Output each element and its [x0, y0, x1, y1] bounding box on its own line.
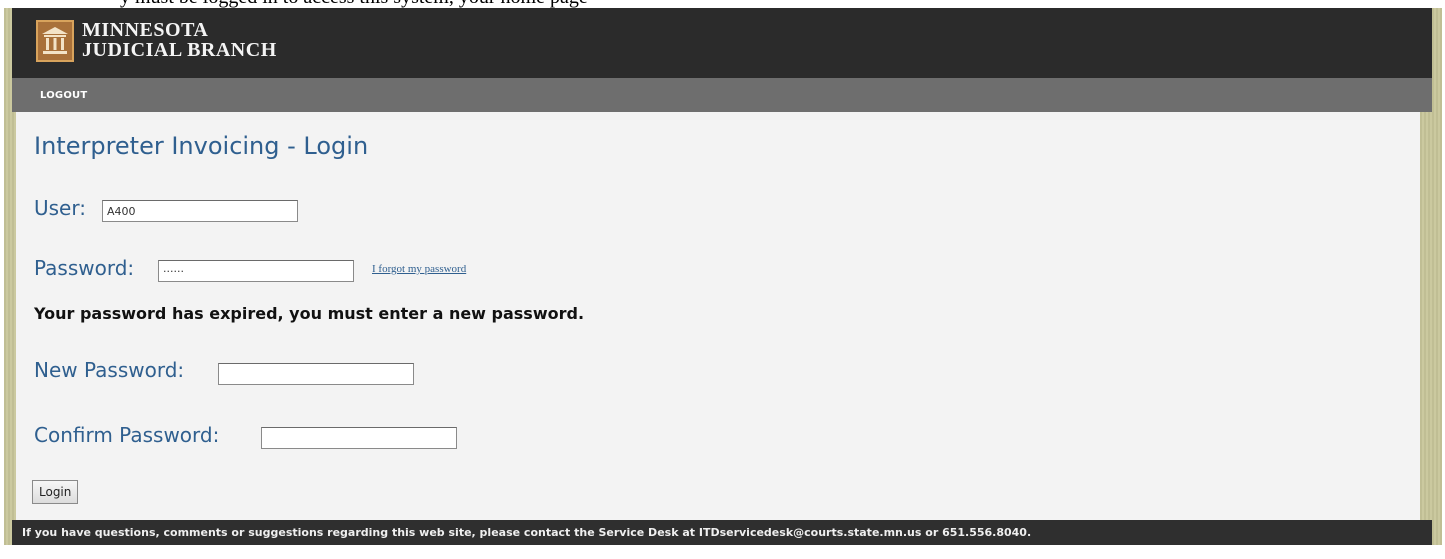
logout-link[interactable]: LOGOUT [40, 90, 87, 101]
brand-line-2: JUDICIAL BRANCH [82, 39, 277, 61]
password-input[interactable] [158, 260, 354, 282]
navigation-bar: LOGOUT [12, 78, 1432, 112]
courthouse-logo-icon [36, 20, 74, 62]
cropped-text: y must be logged in to access this syste… [120, 0, 588, 8]
confirm-password-input[interactable] [261, 427, 457, 449]
password-label: Password: [34, 256, 135, 280]
login-panel: Interpreter Invoicing - Login User: Pass… [16, 112, 1420, 520]
forgot-password-link[interactable]: I forgot my password [372, 263, 466, 275]
new-password-input[interactable] [218, 363, 414, 385]
top-cropped-strip: y must be logged in to access this syste… [0, 0, 1445, 8]
page-title: Interpreter Invoicing - Login [34, 132, 369, 160]
user-label: User: [34, 196, 86, 220]
password-expired-message: Your password has expired, you must ente… [34, 304, 585, 323]
brand-line-1: MINNESOTA [82, 19, 209, 41]
new-password-label: New Password: [34, 358, 185, 382]
user-input[interactable] [102, 200, 298, 222]
site-footer: If you have questions, comments or sugge… [12, 520, 1432, 545]
brand-name: MINNESOTA JUDICIAL BRANCH [82, 20, 277, 60]
login-button[interactable]: Login [32, 480, 79, 504]
confirm-password-label: Confirm Password: [34, 423, 220, 447]
site-header: MINNESOTA JUDICIAL BRANCH [12, 8, 1432, 78]
footer-contact-text: If you have questions, comments or sugge… [22, 526, 1032, 539]
